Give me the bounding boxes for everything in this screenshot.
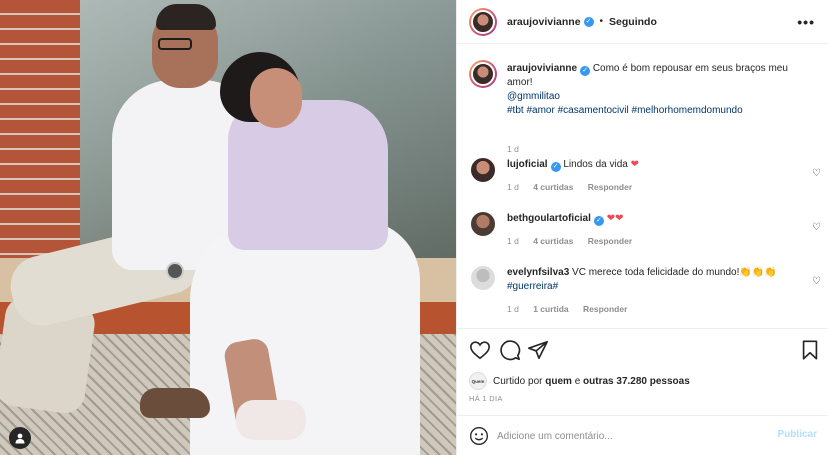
reply-button[interactable]: Responder <box>583 304 627 314</box>
verified-icon: ✓ <box>583 16 594 27</box>
photo-woman-blouse <box>228 100 388 250</box>
heart-emoji: ❤❤ <box>606 213 624 224</box>
post-photo[interactable] <box>0 0 456 455</box>
comment-icon[interactable] <box>499 339 521 361</box>
likes-connector: e <box>574 375 581 387</box>
post-timestamp[interactable]: HÁ 1 DIA <box>469 394 503 403</box>
photo-man-hair <box>156 4 216 30</box>
caption-meta: 1 d <box>507 144 531 154</box>
caption-mention[interactable]: @gmmilitao <box>507 91 560 102</box>
reply-button[interactable]: Responder <box>588 182 632 192</box>
comment-hashtag[interactable]: #guerreira# <box>507 281 558 292</box>
comment-username[interactable]: lujoficial <box>507 159 548 170</box>
comment-input[interactable] <box>497 424 767 448</box>
comment-avatar[interactable] <box>469 264 497 292</box>
comment-text: VC merece toda felicidade do mundo! <box>572 267 740 278</box>
comment-avatar[interactable] <box>469 156 497 184</box>
comment-likes[interactable]: 4 curtidas <box>533 182 573 192</box>
first-liker[interactable]: quem <box>545 376 572 387</box>
comment-username[interactable]: evelynfsilva3 <box>507 267 569 278</box>
reply-button[interactable]: Responder <box>588 236 632 246</box>
comment-meta: 1 d 4 curtidas Responder <box>507 182 644 192</box>
photo-woman-face <box>250 68 302 128</box>
comment-username[interactable]: bethgoulartoficial <box>507 213 591 224</box>
caption-time[interactable]: 1 d <box>507 144 519 154</box>
heart-emoji: ❤ <box>630 159 640 170</box>
author-username[interactable]: araujovivianne <box>507 16 581 28</box>
comments-list[interactable]: araujovivianne ✓ Como é bom repousar em s… <box>457 44 828 328</box>
like-comment-icon[interactable]: ♡ <box>812 222 821 233</box>
liker-avatar[interactable]: Quem <box>469 372 487 390</box>
likes-prefix: Curtido por <box>493 375 543 387</box>
comment-item: bethgoulartoficial ✓ ❤❤ 1 d 4 curtidas Re… <box>469 210 821 260</box>
like-comment-icon[interactable]: ♡ <box>812 276 821 287</box>
more-options-icon[interactable]: ••• <box>797 14 815 30</box>
likes-count[interactable]: outras 37.280 pessoas <box>583 376 690 387</box>
comment-body: lujoficial ✓ Lindos da vida ❤ <box>507 158 797 172</box>
photo-glasses <box>158 38 192 50</box>
comment-time[interactable]: 1 d <box>507 304 519 314</box>
share-icon[interactable] <box>527 339 549 361</box>
like-icon[interactable] <box>469 339 491 361</box>
photo-man-shoe <box>140 388 210 418</box>
post-sidebar: araujovivianne ✓ • Seguindo ••• araujovi… <box>456 0 828 455</box>
caption-username[interactable]: araujovivianne <box>507 63 577 74</box>
photo-brick-wall <box>0 0 80 270</box>
following-button[interactable]: Seguindo <box>609 16 657 28</box>
caption-hashtags[interactable]: #tbt #amor #casamentocivil #melhorhomemd… <box>507 105 743 116</box>
comment-meta: 1 d 4 curtidas Responder <box>507 236 644 246</box>
publish-button[interactable]: Publicar <box>778 429 817 440</box>
like-comment-icon[interactable]: ♡ <box>812 168 821 179</box>
caption-body: araujovivianne ✓ Como é bom repousar em s… <box>507 62 797 118</box>
post-actions <box>457 328 828 372</box>
likes-summary: Quem Curtido por quem e outras 37.280 pe… <box>469 372 690 390</box>
comment-avatar[interactable] <box>469 210 497 238</box>
clap-emoji: 👏👏👏 <box>739 267 777 278</box>
comment-body: evelynfsilva3 VC merece toda felicidade … <box>507 266 797 294</box>
comment-meta: 1 d 1 curtida Responder <box>507 304 639 314</box>
verified-icon: ✓ <box>580 66 591 76</box>
save-bookmark-icon[interactable] <box>799 339 821 361</box>
post-header: araujovivianne ✓ • Seguindo ••• <box>457 0 828 44</box>
comment-time[interactable]: 1 d <box>507 182 519 192</box>
add-comment-bar: Publicar <box>457 415 828 455</box>
comment-item: lujoficial ✓ Lindos da vida ❤ 1 d 4 curti… <box>469 156 821 206</box>
author-avatar[interactable] <box>469 7 497 36</box>
tagged-user-icon[interactable] <box>9 427 31 449</box>
comment-likes[interactable]: 4 curtidas <box>533 236 573 246</box>
emoji-icon[interactable] <box>469 426 489 446</box>
separator-dot: • <box>599 16 604 27</box>
photo-watch <box>166 262 184 280</box>
comment-body: bethgoulartoficial ✓ ❤❤ <box>507 212 797 226</box>
verified-icon: ✓ <box>593 216 604 226</box>
caption: araujovivianne ✓ Como é bom repousar em s… <box>469 60 821 170</box>
verified-icon: ✓ <box>550 162 561 172</box>
comment-text: Lindos da vida <box>563 159 628 170</box>
comment-time[interactable]: 1 d <box>507 236 519 246</box>
photo-woman-shoe <box>236 400 306 440</box>
comment-likes[interactable]: 1 curtida <box>533 304 568 314</box>
comment-item: evelynfsilva3 VC merece toda felicidade … <box>469 264 821 324</box>
caption-avatar[interactable] <box>469 60 497 88</box>
